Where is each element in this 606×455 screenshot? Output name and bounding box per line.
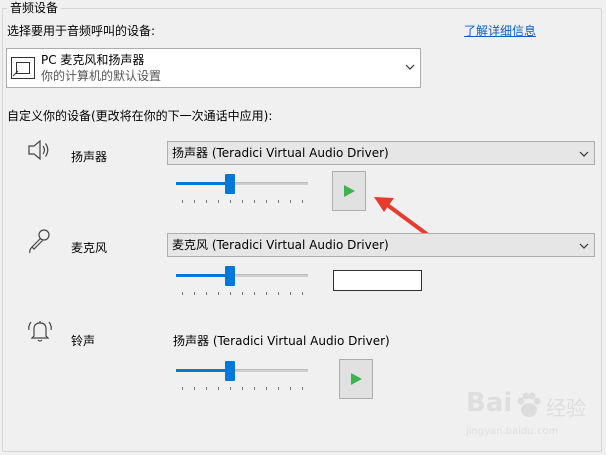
customize-label: 自定义你的设备(更改将在你的下一次通话中应用): [7, 109, 273, 123]
device-dropdown[interactable]: PC 麦克风和扬声器 你的计算机的默认设置 [6, 48, 421, 88]
speaker-label: 扬声器 [71, 150, 108, 164]
microphone-icon [29, 229, 50, 254]
watermark-brand-suffix: 经验 [546, 396, 586, 420]
ringer-device-value: 扬声器 (Teradici Virtual Audio Driver) [173, 334, 390, 348]
watermark-url: jingyan.baidu.com [466, 426, 559, 437]
speaker-volume-fill [176, 182, 230, 185]
chevron-down-icon [405, 64, 415, 70]
play-icon [344, 185, 355, 197]
ringer-volume-slider[interactable] [176, 361, 308, 393]
slider-ticks [182, 200, 303, 203]
slider-ticks [182, 292, 303, 295]
learn-more-link[interactable]: 了解详细信息 [464, 23, 536, 39]
speaker-selected-value: 扬声器 (Teradici Virtual Audio Driver) [172, 146, 389, 160]
microphone-label: 麦克风 [71, 241, 108, 255]
microphone-select[interactable]: 麦克风 (Teradici Virtual Audio Driver) [167, 233, 595, 257]
microphone-selected-value: 麦克风 (Teradici Virtual Audio Driver) [172, 238, 389, 252]
paw-logo-icon [517, 392, 541, 417]
speaker-volume-thumb[interactable] [224, 174, 235, 194]
ringer-test-play-button[interactable] [339, 359, 373, 399]
slider-ticks [182, 387, 303, 390]
group-title: 音频设备 [7, 0, 62, 16]
ringer-volume-thumb[interactable] [224, 361, 235, 381]
chevron-down-icon [579, 243, 589, 249]
computer-speaker-icon [11, 57, 35, 79]
watermark-brand: Bai [466, 388, 513, 418]
baidu-watermark: Bai 经验 jingyan.baidu.com [466, 388, 604, 444]
speaker-select[interactable]: 扬声器 (Teradici Virtual Audio Driver) [167, 141, 595, 165]
microphone-level-meter [333, 270, 422, 291]
chevron-down-icon [579, 151, 589, 157]
microphone-volume-slider[interactable] [176, 266, 308, 298]
speaker-icon [28, 139, 49, 161]
red-arrow-annotation [374, 197, 430, 237]
speaker-volume-slider[interactable] [176, 174, 308, 206]
device-subtitle: 你的计算机的默认设置 [41, 69, 162, 83]
microphone-volume-thumb[interactable] [224, 266, 235, 286]
microphone-volume-fill [176, 274, 230, 277]
ringer-label: 铃声 [71, 334, 96, 348]
ringer-volume-fill [176, 369, 230, 372]
device-name: PC 麦克风和扬声器 [41, 53, 145, 67]
select-device-label: 选择要用于音频呼叫的设备: [7, 24, 156, 38]
bell-icon [28, 321, 52, 342]
speaker-test-play-button[interactable] [332, 171, 366, 211]
play-icon [351, 373, 362, 385]
